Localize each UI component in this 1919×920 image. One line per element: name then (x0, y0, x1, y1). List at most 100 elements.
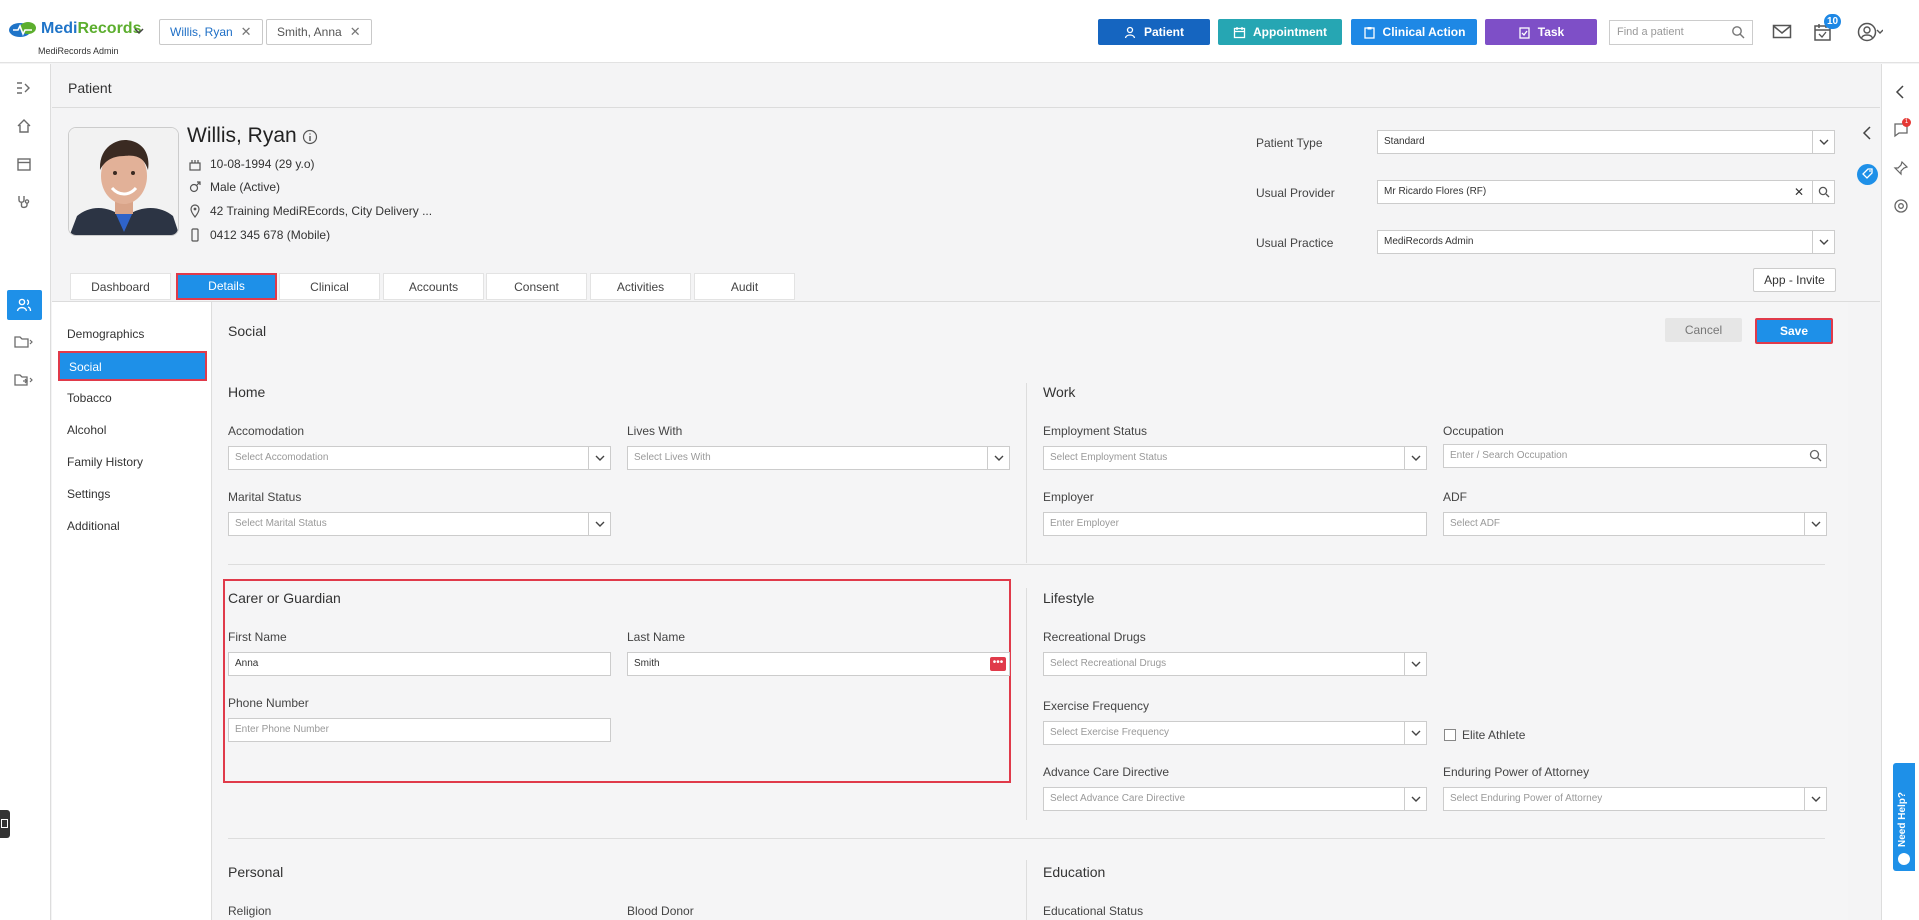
save-button[interactable]: Save (1755, 318, 1833, 344)
tab-details[interactable]: Details (176, 273, 277, 300)
patient-dob: 10-08-1994 (29 y.o) (210, 157, 315, 171)
chevron-down-icon[interactable] (1404, 653, 1426, 675)
chevron-down-icon[interactable] (1404, 447, 1426, 469)
chevron-down-icon[interactable] (987, 447, 1009, 469)
enduring-power-select[interactable]: Select Enduring Power of Attorney (1443, 787, 1827, 811)
carer-last-name-label: Last Name (627, 630, 686, 644)
floating-side-tab[interactable] (0, 810, 10, 838)
patient-tab-willis[interactable]: Willis, Ryan ✕ (159, 19, 263, 45)
submenu-settings[interactable]: Settings (67, 487, 110, 501)
patients-icon[interactable] (14, 295, 34, 315)
chevron-down-icon[interactable] (1404, 722, 1426, 744)
tag-icon[interactable] (1857, 164, 1878, 185)
need-help-button[interactable]: Need Help? (1893, 763, 1915, 871)
chevron-down-icon[interactable] (1404, 788, 1426, 810)
collapse-right-panel-icon[interactable] (1894, 84, 1906, 100)
exercise-frequency-placeholder: Select Exercise Frequency (1050, 727, 1169, 738)
medirecords-logo-icon[interactable] (8, 20, 38, 38)
notification-badge: 1 (1902, 118, 1911, 127)
chevron-down-icon[interactable] (1804, 513, 1826, 535)
column-divider (1026, 860, 1027, 920)
patient-type-select[interactable]: Standard (1377, 130, 1835, 154)
info-icon[interactable] (302, 129, 318, 145)
new-task-button[interactable]: Task (1485, 19, 1597, 45)
at-mention-icon[interactable] (1893, 198, 1909, 214)
patient-avatar[interactable] (68, 127, 179, 236)
tab-clinical[interactable]: Clinical (279, 273, 380, 300)
mail-icon[interactable] (1772, 23, 1792, 41)
button-label: Clinical Action (1382, 25, 1466, 39)
employer-input[interactable]: Enter Employer (1043, 512, 1427, 536)
exercise-frequency-select[interactable]: Select Exercise Frequency (1043, 721, 1427, 745)
employment-status-select[interactable]: Select Employment Status (1043, 446, 1427, 470)
submenu-social-highlight[interactable]: Social (58, 351, 207, 381)
clear-icon[interactable]: ✕ (1794, 181, 1804, 203)
usual-provider-input[interactable]: Mr Ricardo Flores (RF) ✕ (1377, 180, 1835, 204)
accomodation-select[interactable]: Select Accomodation (228, 446, 611, 470)
adf-select[interactable]: Select ADF (1443, 512, 1827, 536)
usual-practice-value: MediRecords Admin (1384, 236, 1474, 247)
submenu-additional[interactable]: Additional (67, 519, 120, 533)
close-icon[interactable]: ✕ (241, 20, 252, 44)
clinical-action-button[interactable]: Clinical Action (1351, 19, 1477, 45)
submenu-family-history[interactable]: Family History (67, 455, 143, 469)
new-patient-button[interactable]: Patient (1098, 19, 1210, 45)
accomodation-label: Accomodation (228, 424, 305, 438)
exercise-frequency-label: Exercise Frequency (1043, 699, 1150, 713)
chevron-down-icon[interactable] (1804, 788, 1826, 810)
collapse-menu-icon[interactable] (14, 78, 34, 98)
new-appointment-button[interactable]: Appointment (1218, 19, 1342, 45)
advance-care-directive-select[interactable]: Select Advance Care Directive (1043, 787, 1427, 811)
calendar-icon (1233, 26, 1246, 39)
folder-export-icon[interactable] (14, 370, 34, 390)
chevron-down-icon[interactable] (133, 26, 145, 36)
search-icon[interactable] (1809, 449, 1822, 462)
lives-with-select[interactable]: Select Lives With (627, 446, 1010, 470)
educational-status-label: Educational Status (1043, 904, 1144, 918)
more-options-icon[interactable]: ••• (990, 657, 1006, 671)
brand-name[interactable]: MediRecords (41, 20, 141, 38)
chevron-down-icon[interactable] (588, 447, 610, 469)
pin-icon[interactable] (1893, 160, 1909, 176)
stethoscope-icon[interactable] (14, 192, 34, 212)
tab-activities[interactable]: Activities (590, 273, 691, 300)
chevron-down-icon[interactable] (588, 513, 610, 535)
section-title: Social (228, 323, 267, 339)
submenu-demographics[interactable]: Demographics (67, 327, 144, 341)
tab-dashboard[interactable]: Dashboard (70, 273, 171, 300)
patient-gender: Male (Active) (210, 180, 281, 194)
patient-tab-smith[interactable]: Smith, Anna ✕ (266, 19, 372, 45)
recreational-drugs-select[interactable]: Select Recreational Drugs (1043, 652, 1427, 676)
occupation-input[interactable]: Enter / Search Occupation (1443, 444, 1827, 468)
carer-last-name-input[interactable]: Smith ••• (627, 652, 1010, 676)
carer-phone-input[interactable]: Enter Phone Number (228, 718, 611, 742)
user-account-icon[interactable] (1857, 21, 1883, 43)
usual-practice-select[interactable]: MediRecords Admin (1377, 230, 1835, 254)
chevron-down-icon[interactable] (1812, 231, 1834, 253)
cancel-button[interactable]: Cancel (1665, 318, 1742, 342)
calendar-icon[interactable] (14, 154, 34, 174)
find-patient-placeholder: Find a patient (1617, 26, 1684, 38)
submenu-social[interactable]: Social (69, 360, 102, 374)
search-icon[interactable] (1812, 181, 1834, 203)
tab-accounts[interactable]: Accounts (383, 273, 484, 300)
app-invite-button[interactable]: App - Invite (1753, 268, 1836, 292)
home-icon[interactable] (14, 116, 34, 136)
search-icon[interactable] (1731, 25, 1745, 39)
folder-icon[interactable] (14, 332, 34, 352)
brand-part2: Records (77, 20, 142, 37)
close-icon[interactable]: ✕ (350, 20, 361, 44)
marital-status-select[interactable]: Select Marital Status (228, 512, 611, 536)
carer-phone-placeholder: Enter Phone Number (235, 724, 329, 735)
collapse-patient-panel-icon[interactable] (1861, 125, 1873, 141)
submenu-alcohol[interactable]: Alcohol (67, 423, 106, 437)
submenu-tobacco[interactable]: Tobacco (67, 391, 112, 405)
tab-audit[interactable]: Audit (694, 273, 795, 300)
task-icon (1518, 26, 1531, 39)
tab-consent[interactable]: Consent (486, 273, 587, 300)
carer-first-name-input[interactable]: Anna (228, 652, 611, 676)
brand-subtitle: MediRecords Admin (38, 46, 119, 56)
chevron-down-icon[interactable] (1812, 131, 1834, 153)
title-divider (52, 107, 1880, 108)
elite-athlete-checkbox[interactable] (1444, 729, 1456, 741)
